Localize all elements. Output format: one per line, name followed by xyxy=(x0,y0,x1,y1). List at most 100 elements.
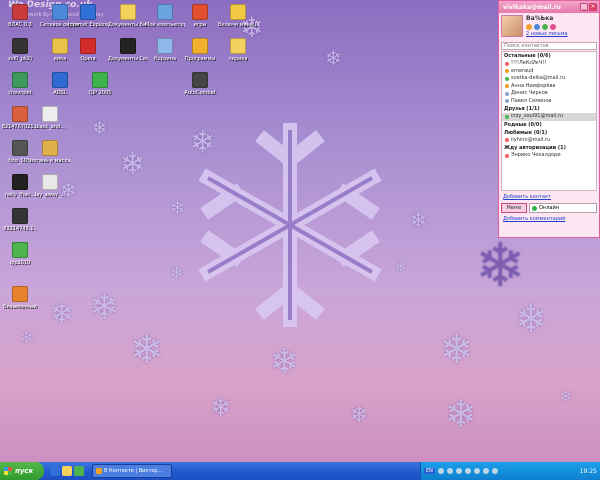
desktop-icon[interactable]: погань и масла каменских xyxy=(30,140,70,164)
desktop-icon-label: лирика xyxy=(228,56,248,62)
tray-icon[interactable] xyxy=(482,468,489,474)
desktop-shortcut-icon xyxy=(192,4,208,20)
contact-item[interactable]: Энрико Чекалдори xyxy=(502,152,596,160)
contact-item[interactable]: emeraud xyxy=(502,68,596,76)
desktop-icon[interactable]: Документы Вика xyxy=(108,4,148,28)
desktop-icon[interactable]: qip2010 xyxy=(0,242,40,266)
desktop-icon[interactable]: Включи меня!!! xyxy=(218,4,258,28)
start-label: пуск xyxy=(15,467,34,475)
contact-item[interactable]: ilyhinn@mail.ru xyxy=(502,137,596,145)
snowflake-decor: ❄ xyxy=(20,328,34,347)
desktop-shortcut-icon xyxy=(52,38,68,54)
desktop-icon-label: Программы xyxy=(184,56,216,62)
desktop-icon[interactable]: Безымянный xyxy=(0,286,40,310)
contact-list[interactable]: Остальные (0/6) !!!!ЛеКсИкЧ!! emeraud svetk… xyxy=(501,51,597,191)
contact-name: crzy_soul91@mail.ru xyxy=(511,113,563,119)
minimize-button[interactable]: _ xyxy=(580,3,588,11)
desktop-icon-label: Безымянный xyxy=(3,304,37,310)
qip-icon[interactable] xyxy=(74,466,84,476)
clock[interactable]: 19:25 xyxy=(580,468,597,475)
add-contact-link[interactable]: Добавить контакт xyxy=(499,192,599,202)
desktop-icon-label: black_and... xyxy=(35,124,65,130)
desktop-shortcut-icon xyxy=(230,38,246,54)
desktop-icon[interactable]: 83214743.1.. xyxy=(0,208,40,232)
tray-icon[interactable] xyxy=(464,468,471,474)
contact-item[interactable]: crzy_soul91@mail.ru xyxy=(502,113,596,121)
snowflake-decor: ❄ xyxy=(410,208,427,232)
desktop-icon[interactable]: Opera xyxy=(68,38,108,62)
contact-group-header[interactable]: Друзья (1/1) xyxy=(502,105,596,113)
desktop-icon[interactable]: lay_away_... xyxy=(30,174,70,198)
start-button[interactable]: пуск xyxy=(0,462,44,480)
contact-name: Анна Ниифорёва xyxy=(511,82,556,89)
desktop-icon[interactable]: лирика xyxy=(218,38,258,62)
desktop-shortcut-icon xyxy=(12,106,28,122)
ie-icon[interactable] xyxy=(50,466,60,476)
contact-status-icon xyxy=(505,91,509,96)
desktop-icon-label: Документы Света xyxy=(108,56,148,62)
desktop-icon[interactable]: AutoCombat xyxy=(180,72,220,96)
desktop-icon[interactable]: black_and... xyxy=(30,106,70,130)
desktop-shortcut-icon xyxy=(80,38,96,54)
desktop-icon[interactable]: zvl0_pk2) xyxy=(0,38,40,62)
snowflake-decor: ❄ xyxy=(440,327,474,373)
desktop-shortcut-icon xyxy=(12,38,28,54)
desktop-shortcut-icon xyxy=(52,4,68,20)
contact-group-header[interactable]: Остальные (0/6) xyxy=(502,52,596,60)
contact-status-icon xyxy=(505,84,509,89)
contact-item[interactable]: Анна Ниифорёва xyxy=(502,83,596,91)
contact-name: emeraud xyxy=(511,67,534,74)
desktop-icon[interactable]: QIP 2005 xyxy=(80,72,120,96)
tray-icon[interactable] xyxy=(446,468,453,474)
close-button[interactable]: × xyxy=(589,3,597,11)
desktop-icon-label: игры xyxy=(193,22,207,28)
desktop-icon-label: Opera xyxy=(80,56,96,62)
desktop-icon[interactable]: ADSL xyxy=(40,72,80,96)
agent-titlebar[interactable]: vivikaka@mail.ru _ × xyxy=(499,1,599,13)
folder-icon[interactable] xyxy=(62,466,72,476)
mail-icon[interactable] xyxy=(534,24,540,30)
desktop-shortcut-icon xyxy=(52,72,68,88)
tray-icon[interactable] xyxy=(473,468,480,474)
contact-group-header[interactable]: Жду авторизации (1) xyxy=(502,144,596,152)
status-icon[interactable] xyxy=(526,24,532,30)
snowflake-decor: ❄ xyxy=(445,392,477,436)
desktop-shortcut-icon xyxy=(12,72,28,88)
contact-status-icon xyxy=(505,69,509,74)
volume-icon[interactable] xyxy=(491,468,498,474)
contact-item[interactable]: Денис Чирков xyxy=(502,90,596,98)
snowflake-decor: ❄ xyxy=(170,198,186,219)
tray-icon[interactable] xyxy=(455,468,462,474)
mail-agent-window[interactable]: vivikaka@mail.ru _ × Ва%Ька 2 новых пись… xyxy=(498,0,600,238)
desktop-icon[interactable]: Документы Света xyxy=(108,38,148,62)
menu-button[interactable]: Меню xyxy=(501,203,527,213)
desktop-icon[interactable]: Internet Explorer xyxy=(68,4,108,28)
contact-status-icon xyxy=(505,114,509,119)
desktop-shortcut-icon xyxy=(157,4,173,20)
desktop-icon[interactable]: chevrolet xyxy=(0,72,40,96)
desktop-icon-label: Включи меня!!! xyxy=(218,22,258,28)
contact-item[interactable]: !!!!ЛеКсИкЧ!! xyxy=(502,60,596,68)
desktop-icon[interactable]: игры xyxy=(180,4,220,28)
desktop-icon[interactable]: ВЛАС 0.3 xyxy=(0,4,40,28)
desktop-icon[interactable]: Программы xyxy=(180,38,220,62)
tray-icon[interactable] xyxy=(437,468,444,474)
contact-group-header[interactable]: Любимые (0/1) xyxy=(502,129,596,137)
add-comment-link[interactable]: Добавить комментарий xyxy=(499,214,599,224)
desktop-icon[interactable]: Корзина xyxy=(145,38,185,62)
settings-icon[interactable] xyxy=(550,24,556,30)
taskbar-window-button[interactable]: В Контакте | Виктор... xyxy=(92,464,172,478)
desktop-icon[interactable]: Мой компьютер xyxy=(145,4,185,28)
chat-icon[interactable] xyxy=(542,24,548,30)
search-input[interactable] xyxy=(504,43,594,49)
language-indicator[interactable]: EN xyxy=(424,468,435,474)
contact-item[interactable]: Павел Семенов xyxy=(502,98,596,106)
contact-group-header[interactable]: Родные (0/0) xyxy=(502,121,596,129)
desktop-icon-label: Мой компьютер xyxy=(145,22,185,28)
snowflake-decor: ❄ xyxy=(90,287,119,327)
contact-item[interactable]: svetka-delka@mail.ru xyxy=(502,75,596,83)
contact-search[interactable] xyxy=(501,42,597,50)
new-mail-link[interactable]: 2 новых письма xyxy=(526,31,568,37)
status-selector[interactable]: Онлайн xyxy=(529,203,597,213)
avatar[interactable] xyxy=(501,15,523,37)
